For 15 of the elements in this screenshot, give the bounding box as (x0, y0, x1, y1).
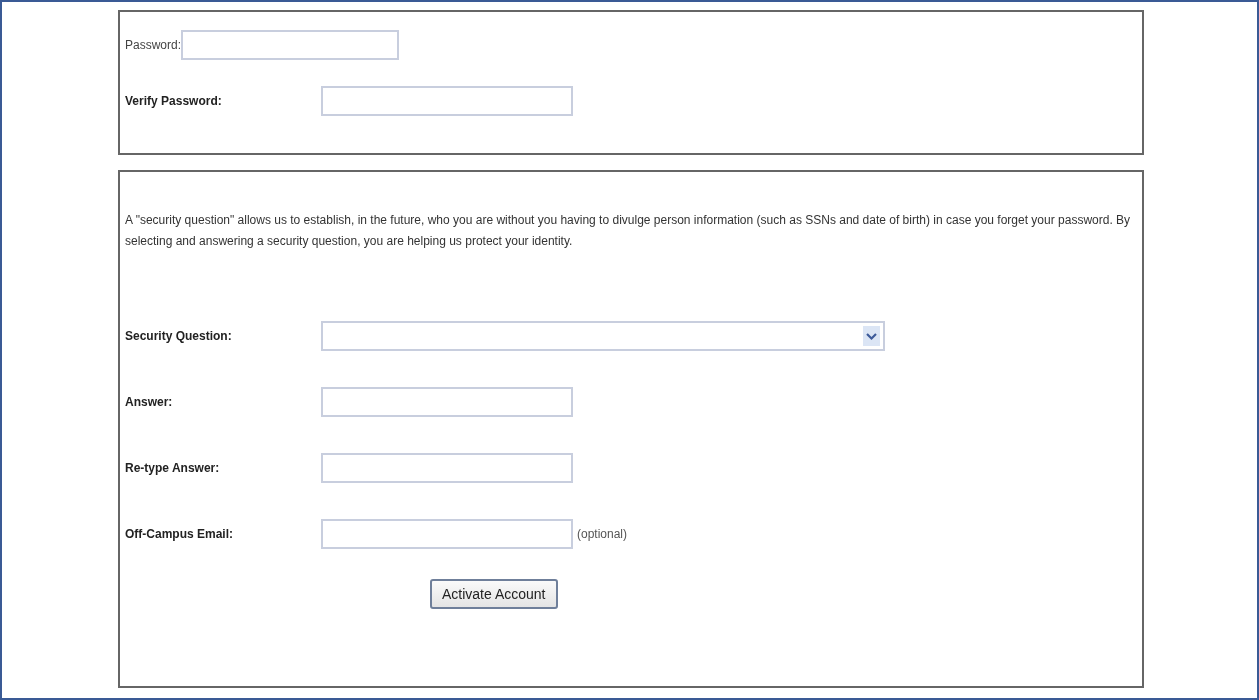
intro-paragraph: A "security question" allows us to establish, in the future, who you are without you having to divulge person information (such as SSNs and date of birth) in case you forget your password. By selecting and answering a security question, you are helping us protect your identity. (125, 212, 1132, 250)
field-label: Password: (125, 38, 182, 52)
field-label: Security Question: (125, 329, 233, 343)
question-dropdown[interactable] (321, 321, 885, 351)
field-label: Off-Campus Email: (125, 527, 234, 541)
input-field[interactable] (321, 453, 573, 483)
field-label: Verify Password: (125, 94, 223, 108)
activate-account-button[interactable]: Activate Account (430, 579, 558, 609)
optional-note: (optional) (577, 527, 628, 541)
password-field[interactable] (321, 86, 573, 116)
field-label: Re-type Answer: (125, 461, 221, 475)
input-field[interactable] (321, 519, 573, 549)
input-field[interactable] (321, 387, 573, 417)
field-label: Answer: (125, 395, 174, 409)
password-field[interactable] (181, 30, 400, 60)
